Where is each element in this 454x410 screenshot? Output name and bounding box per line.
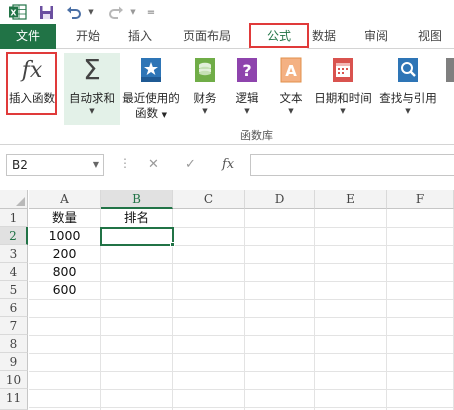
lookup-label: 查找与引用 <box>379 91 437 105</box>
row-header-10[interactable]: 10 <box>0 371 28 389</box>
save-icon[interactable] <box>37 3 55 21</box>
quick-access-toolbar: X ▼ ▼ = <box>0 0 454 24</box>
gridline <box>29 407 454 408</box>
more-functions-icon <box>444 55 454 85</box>
ribbon-formulas: fx 插入函数 Σ 自动求和 ▼ 最近使用的 函数 ▼ 财务 ▼ ? 逻辑 ▼ … <box>0 49 454 145</box>
financial-dropdown-icon: ▼ <box>202 107 208 115</box>
tab-review[interactable]: 审阅 <box>356 24 396 49</box>
insert-function-icon[interactable]: fx <box>222 154 234 176</box>
logical-label: 逻辑 <box>235 91 259 105</box>
formula-bar: B2 ▼ ⋮ ✕ ✓ fx <box>0 145 454 187</box>
gridline <box>29 353 454 354</box>
datetime-button[interactable]: 日期和时间 ▼ <box>310 53 376 125</box>
svg-text:?: ? <box>242 61 251 80</box>
more-functions-button[interactable] <box>444 53 454 125</box>
tab-data[interactable]: 数据 <box>308 24 340 49</box>
cell-b1[interactable]: 排名 <box>101 209 172 227</box>
row-header-9[interactable]: 9 <box>0 353 28 371</box>
tab-page-layout[interactable]: 页面布局 <box>172 24 242 49</box>
svg-text:X: X <box>10 9 17 18</box>
enter-icon[interactable]: ✓ <box>185 154 196 176</box>
recently-used-button[interactable]: 最近使用的 函数 ▼ <box>120 53 182 125</box>
tab-view[interactable]: 视图 <box>408 24 452 49</box>
select-all-button[interactable] <box>0 190 28 209</box>
row-header-8[interactable]: 8 <box>0 335 28 353</box>
autosum-label: 自动求和 <box>69 91 115 105</box>
gridline <box>244 209 245 410</box>
row-header-2[interactable]: 2 <box>0 227 28 245</box>
financial-button[interactable]: 财务 ▼ <box>186 53 224 125</box>
autosum-dropdown-icon: ▼ <box>89 107 95 115</box>
customize-icon[interactable]: = <box>145 3 157 21</box>
tab-file[interactable]: 文件 <box>0 24 56 49</box>
column-header-d[interactable]: D <box>245 190 315 209</box>
undo-icon[interactable] <box>64 3 84 21</box>
function-library-label: 函数库 <box>240 129 273 142</box>
redo-icon[interactable] <box>106 3 126 21</box>
ribbon-tabs: 文件 开始 插入 页面布局 公式 数据 审阅 视图 <box>0 23 454 49</box>
financial-label: 财务 <box>193 91 217 105</box>
cell-a3[interactable]: 200 <box>29 245 100 263</box>
excel-logo-icon[interactable]: X <box>8 3 28 21</box>
text-book-icon: A <box>277 55 305 85</box>
formula-bar-grip[interactable]: ⋮ <box>119 156 131 170</box>
autosum-button[interactable]: Σ 自动求和 ▼ <box>64 53 120 125</box>
name-box-dropdown-icon[interactable]: ▼ <box>93 155 99 175</box>
excel-window: X ▼ ▼ = 文件 开始 插入 页面布局 公式 数据 审阅 视图 fx 插入函… <box>0 0 454 410</box>
gridline <box>386 209 387 410</box>
cell-a1[interactable]: 数量 <box>29 209 100 227</box>
recently-used-label-1: 最近使用的 <box>122 91 180 105</box>
undo-dropdown-icon[interactable]: ▼ <box>86 3 96 21</box>
name-box[interactable]: B2 ▼ <box>6 154 104 176</box>
logical-dropdown-icon: ▼ <box>244 107 250 115</box>
star-book-icon <box>137 55 165 85</box>
coins-icon <box>191 55 219 85</box>
row-header-11[interactable]: 11 <box>0 389 28 410</box>
logical-button[interactable]: ? 逻辑 ▼ <box>228 53 266 125</box>
gridline <box>314 209 315 410</box>
row-header-5[interactable]: 5 <box>0 281 28 299</box>
question-book-icon: ? <box>233 55 261 85</box>
column-header-b[interactable]: B <box>101 190 173 209</box>
formulas-tab-highlight <box>249 23 309 48</box>
cell-a5[interactable]: 600 <box>29 281 100 299</box>
datetime-label: 日期和时间 <box>314 91 372 105</box>
recently-used-label-2: 函数 ▼ <box>134 106 168 120</box>
svg-text:A: A <box>285 62 297 80</box>
row-header-1[interactable]: 1 <box>0 209 28 227</box>
gridline <box>29 317 454 318</box>
gridline <box>29 371 454 372</box>
row-header-6[interactable]: 6 <box>0 299 28 317</box>
sigma-icon: Σ <box>83 53 101 86</box>
text-button[interactable]: A 文本 ▼ <box>272 53 310 125</box>
gridline <box>29 335 454 336</box>
column-header-f[interactable]: F <box>387 190 454 209</box>
worksheet-grid: A B C D E F 1 2 3 4 5 6 7 8 9 10 11 数量 排… <box>0 187 454 410</box>
text-dropdown-icon: ▼ <box>288 107 294 115</box>
formula-input[interactable] <box>250 154 454 176</box>
row-header-4[interactable]: 4 <box>0 263 28 281</box>
calendar-book-icon <box>329 55 357 85</box>
text-label: 文本 <box>279 91 303 105</box>
insert-function-highlight <box>6 52 57 115</box>
gridline <box>29 389 454 390</box>
gridline <box>29 299 454 300</box>
lookup-button[interactable]: 查找与引用 ▼ <box>376 53 440 125</box>
magnifier-book-icon <box>394 55 422 85</box>
tab-home[interactable]: 开始 <box>66 24 110 49</box>
row-header-7[interactable]: 7 <box>0 317 28 335</box>
tab-insert[interactable]: 插入 <box>118 24 162 49</box>
lookup-dropdown-icon: ▼ <box>405 107 411 115</box>
cancel-icon[interactable]: ✕ <box>148 154 159 176</box>
fill-handle[interactable] <box>170 242 175 247</box>
active-cell-b2[interactable] <box>100 227 174 246</box>
row-header-3[interactable]: 3 <box>0 245 28 263</box>
cell-a2[interactable]: 1000 <box>29 227 100 245</box>
redo-dropdown-icon[interactable]: ▼ <box>128 3 138 21</box>
column-header-c[interactable]: C <box>173 190 245 209</box>
column-header-e[interactable]: E <box>315 190 387 209</box>
datetime-dropdown-icon: ▼ <box>340 107 346 115</box>
column-header-a[interactable]: A <box>29 190 101 209</box>
cell-a4[interactable]: 800 <box>29 263 100 281</box>
